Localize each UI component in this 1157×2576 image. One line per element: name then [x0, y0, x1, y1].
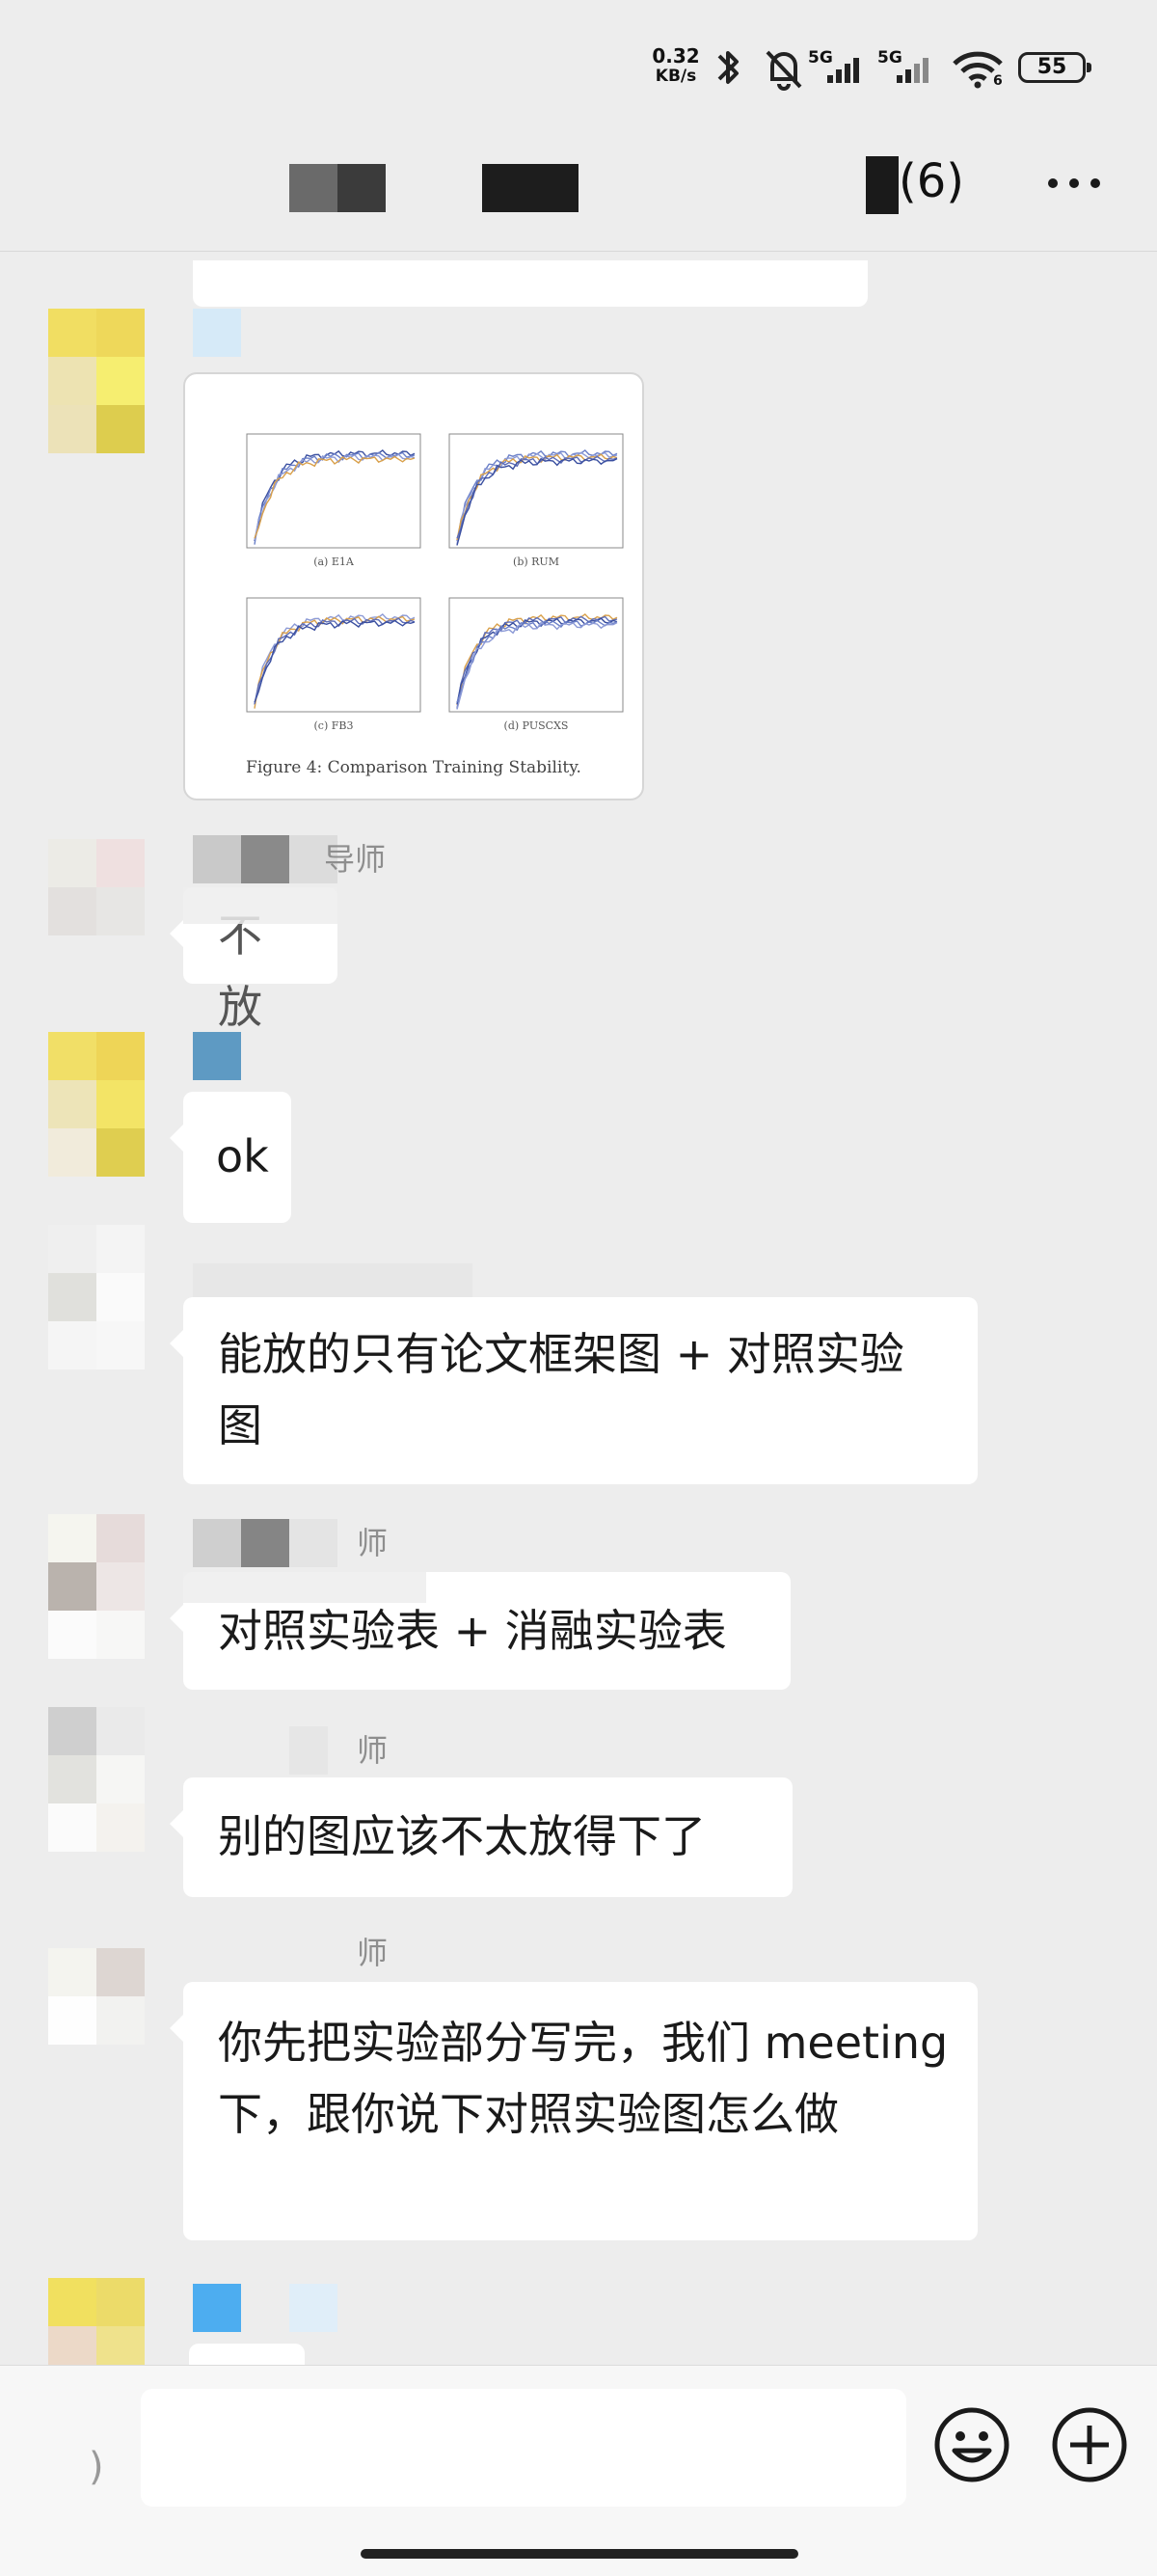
- message-bubble[interactable]: 你先把实验部分写完，我们 meeting 下，跟你说下对照实验图怎么做: [170, 1982, 978, 2240]
- figure-panel: (b) RUM: [448, 433, 624, 568]
- network-speed: 0.32 KB/s: [648, 46, 704, 87]
- signal-icon: [827, 58, 859, 83]
- sender-name-tail: 师: [357, 1935, 389, 1971]
- sender-name-tail: 师: [357, 1525, 389, 1561]
- bluetooth-icon: [717, 51, 739, 84]
- message-text: 不放: [218, 909, 262, 1033]
- figure-panel: (d) PUSCXS: [448, 597, 624, 732]
- emoji-icon[interactable]: [931, 2404, 1012, 2485]
- voice-icon[interactable]: ): [89, 2445, 104, 2489]
- network-speed-unit: KB/s: [655, 67, 697, 86]
- sender-name-redaction: [193, 309, 241, 357]
- member-count: (6): [899, 154, 964, 208]
- message-bubble[interactable]: 别的图应该不太放得下了: [170, 1777, 793, 1897]
- avatar[interactable]: [48, 1225, 145, 1369]
- message-text: 对照实验表 + 消融实验表: [218, 1605, 727, 1657]
- message-text: 能放的只有论文框架图 + 对照实验图: [218, 1328, 904, 1451]
- mute-bell-icon: [766, 50, 802, 91]
- figure-panel: (a) E1A: [246, 433, 421, 568]
- battery-indicator: 55: [1018, 52, 1091, 83]
- message-text: 你先把实验部分写完，我们 meeting 下，跟你说下对照实验图怎么做: [218, 2017, 949, 2140]
- avatar[interactable]: [48, 1514, 145, 1659]
- previous-message-bubble: [193, 260, 868, 307]
- avatar[interactable]: [48, 2278, 145, 2365]
- avatar[interactable]: [48, 1948, 145, 2093]
- plus-circle-icon[interactable]: [1049, 2404, 1130, 2485]
- message-bubble[interactable]: 能放的只有论文框架图 + 对照实验图: [170, 1297, 978, 1484]
- input-bar: ): [0, 2365, 1157, 2576]
- figure-panel: (c) FB3: [246, 597, 421, 732]
- chat-title-bar: (6): [0, 135, 1157, 252]
- sender-name-tail: 师: [357, 1732, 389, 1769]
- title-redaction: [482, 164, 578, 212]
- more-dots-icon[interactable]: [1043, 164, 1105, 203]
- signal-icon: [897, 58, 928, 83]
- message-bubble[interactable]: 不放: [170, 887, 337, 1033]
- figure-caption: Figure 4: Comparison Training Stability.: [246, 758, 581, 777]
- wifi-label: 6: [993, 73, 1003, 89]
- network-speed-value: 0.32: [652, 44, 700, 68]
- avatar[interactable]: [48, 839, 145, 984]
- title-redaction: [866, 156, 899, 214]
- message-text: 别的图应该不太放得下了: [218, 1810, 706, 1862]
- home-indicator[interactable]: [361, 2549, 798, 2559]
- message-input[interactable]: [141, 2389, 906, 2507]
- sender-name-tail: 导师: [324, 841, 387, 878]
- panel-label: (d) PUSCXS: [504, 719, 569, 732]
- avatar[interactable]: [48, 1707, 145, 1852]
- panel-label: (c) FB3: [314, 719, 354, 732]
- message-bubble[interactable]: [189, 2344, 305, 2365]
- avatar[interactable]: [48, 309, 145, 453]
- image-message[interactable]: (a) E1A (b) RUM (c) FB3 (d) PUSCXS Figure 4…: [183, 372, 644, 800]
- figure-image: (a) E1A (b) RUM (c) FB3 (d) PUSCXS: [246, 433, 624, 732]
- status-bar: 0.32 KB/s 5G 5G 6 55: [0, 0, 1157, 135]
- panel-label: (b) RUM: [513, 556, 559, 568]
- title-redaction: [337, 164, 386, 212]
- message-text: ok: [216, 1130, 269, 1182]
- panel-label: (a) E1A: [313, 556, 355, 568]
- avatar[interactable]: [48, 1032, 145, 1177]
- title-redaction: [289, 164, 337, 212]
- message-bubble[interactable]: 对照实验表 + 消融实验表: [170, 1572, 791, 1690]
- message-bubble[interactable]: ok: [170, 1092, 291, 1223]
